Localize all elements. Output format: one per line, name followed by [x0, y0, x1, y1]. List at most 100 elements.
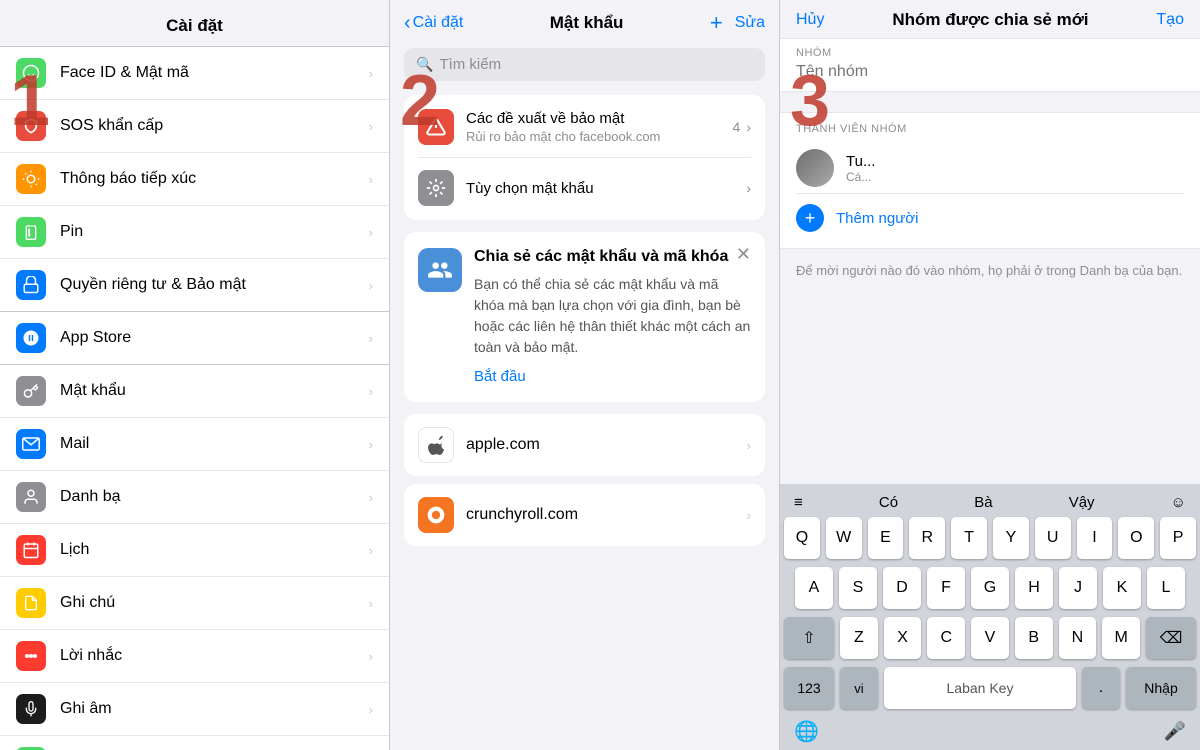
key-c[interactable]: C — [927, 617, 965, 659]
settings-item-calendar[interactable]: Lịch › — [0, 524, 389, 577]
settings-item-sos[interactable]: SOS khẩn cấp › — [0, 100, 389, 153]
security-title: Các đề xuất về bảo mật — [466, 110, 733, 127]
key-o[interactable]: O — [1118, 517, 1154, 559]
key-b[interactable]: B — [1015, 617, 1053, 659]
panel-passwords: 2 ‹ Cài đặt Mật khẩu + Sửa 🔍 Tìm kiếm — [390, 0, 780, 750]
calendar-chevron: › — [369, 543, 373, 558]
key-r[interactable]: R — [909, 517, 945, 559]
reminders-label: Lời nhắc — [60, 647, 369, 665]
toolbar-ba[interactable]: Bà — [974, 494, 992, 511]
settings-item-notes[interactable]: Ghi chú › — [0, 577, 389, 630]
vi-key[interactable]: vi — [840, 667, 878, 709]
delete-key[interactable]: ⌫ — [1146, 617, 1196, 659]
key-t[interactable]: T — [951, 517, 987, 559]
apple-password-item[interactable]: apple.com › — [404, 414, 765, 476]
globe-icon[interactable]: 🌐 — [794, 719, 819, 744]
key-q[interactable]: Q — [784, 517, 820, 559]
microphone-icon[interactable]: 🎤 — [1164, 721, 1186, 742]
key-j[interactable]: J — [1059, 567, 1097, 609]
key-h[interactable]: H — [1015, 567, 1053, 609]
member-avatar — [796, 149, 834, 187]
edit-button[interactable]: Sửa — [735, 14, 765, 32]
settings-item-mail[interactable]: Mail › — [0, 418, 389, 471]
keyboard-bottom-row: 🌐 🎤 — [784, 713, 1196, 746]
settings-item-contacts[interactable]: Danh bạ › — [0, 471, 389, 524]
options-row[interactable]: Tùy chọn mật khẩu › — [418, 170, 751, 206]
share-card-text: Chia sẻ các mật khẩu và mã khóa Bạn có t… — [474, 248, 751, 386]
space-key[interactable]: Laban Key — [884, 667, 1076, 709]
key-f[interactable]: F — [927, 567, 965, 609]
apple-chevron-icon: › — [747, 438, 751, 453]
settings-item-phone[interactable]: Điện thoại › — [0, 736, 389, 750]
key-s[interactable]: S — [839, 567, 877, 609]
settings-panel: Cài đặt Face ID & Mật mã › SO — [0, 0, 390, 750]
member-row: Tu... Cá... — [796, 143, 1184, 194]
add-person-plus-icon[interactable]: + — [796, 204, 824, 232]
contact-notice-icon — [16, 164, 46, 194]
share-link[interactable]: Bắt đầu — [474, 368, 526, 385]
key-v[interactable]: V — [971, 617, 1009, 659]
key-d[interactable]: D — [883, 567, 921, 609]
notes-icon — [16, 588, 46, 618]
key-y[interactable]: Y — [993, 517, 1029, 559]
keyboard-toolbar: ≡ Có Bà Vậy ☺ — [784, 490, 1196, 517]
member-info: Tu... Cá... — [846, 153, 1184, 184]
add-password-button[interactable]: + — [710, 10, 723, 36]
period-key[interactable]: . — [1082, 667, 1120, 709]
contacts-chevron: › — [369, 490, 373, 505]
key-g[interactable]: G — [971, 567, 1009, 609]
voicememo-chevron: › — [369, 702, 373, 717]
key-w[interactable]: W — [826, 517, 862, 559]
settings-item-contact-notice[interactable]: Thông báo tiếp xúc › — [0, 153, 389, 206]
settings-item-faceid[interactable]: Face ID & Mật mã › — [0, 47, 389, 100]
cancel-button[interactable]: Hủy — [796, 11, 824, 29]
toolbar-vay[interactable]: Vậy — [1069, 494, 1095, 511]
security-card[interactable]: Các đề xuất về bảo mật Rủi ro bảo mật ch… — [404, 95, 765, 220]
key-n[interactable]: N — [1059, 617, 1097, 659]
password-chevron: › — [369, 384, 373, 399]
crunchyroll-domain-label: crunchyroll.com — [466, 506, 747, 524]
crunchyroll-password-item[interactable]: crunchyroll.com › — [404, 484, 765, 546]
group-name-input[interactable] — [796, 63, 1184, 81]
key-m[interactable]: M — [1102, 617, 1140, 659]
num-key[interactable]: 123 — [784, 667, 834, 709]
toolbar-menu-icon[interactable]: ≡ — [794, 494, 803, 511]
key-u[interactable]: U — [1035, 517, 1071, 559]
shift-key[interactable]: ⇧ — [784, 617, 834, 659]
back-button[interactable]: ‹ Cài đặt — [404, 12, 463, 35]
settings-item-appstore[interactable]: App Store › — [0, 312, 389, 364]
key-k[interactable]: K — [1103, 567, 1141, 609]
add-person-row[interactable]: + Thêm người — [796, 194, 1184, 238]
privacy-icon — [16, 270, 46, 300]
password-label: Mật khẩu — [60, 382, 369, 400]
settings-item-voicememo[interactable]: Ghi âm › — [0, 683, 389, 736]
crunchyroll-icon — [418, 497, 454, 533]
key-l[interactable]: L — [1147, 567, 1185, 609]
create-button[interactable]: Tạo — [1156, 11, 1184, 29]
pin-icon — [16, 217, 46, 247]
key-p[interactable]: P — [1160, 517, 1196, 559]
settings-item-reminders[interactable]: Lời nhắc › — [0, 630, 389, 683]
key-e[interactable]: E — [868, 517, 904, 559]
options-icon — [418, 170, 454, 206]
share-icon — [418, 248, 462, 292]
toolbar-co[interactable]: Có — [879, 494, 898, 511]
back-chevron-icon: ‹ — [404, 12, 411, 35]
appstore-label: App Store — [60, 329, 369, 347]
group-label: NHÓM — [796, 47, 1184, 59]
key-a[interactable]: A — [795, 567, 833, 609]
appstore-chevron: › — [369, 331, 373, 346]
key-x[interactable]: X — [884, 617, 922, 659]
toolbar-emoji-icon[interactable]: ☺ — [1171, 494, 1186, 511]
key-i[interactable]: I — [1077, 517, 1113, 559]
share-close-button[interactable]: ✕ — [736, 244, 751, 265]
passwords-title: Mật khẩu — [550, 13, 624, 33]
member-name: Tu... — [846, 153, 1184, 170]
keyboard-rows: Q W E R T Y U I O P A S D F G H — [784, 517, 1196, 713]
settings-item-pin[interactable]: Pin › — [0, 206, 389, 259]
key-z[interactable]: Z — [840, 617, 878, 659]
settings-item-password[interactable]: Mật khẩu › — [0, 365, 389, 418]
return-key[interactable]: Nhập — [1126, 667, 1196, 709]
search-bar[interactable]: 🔍 Tìm kiếm — [404, 48, 765, 81]
settings-item-privacy[interactable]: Quyền riêng tư & Bảo mật › — [0, 259, 389, 311]
